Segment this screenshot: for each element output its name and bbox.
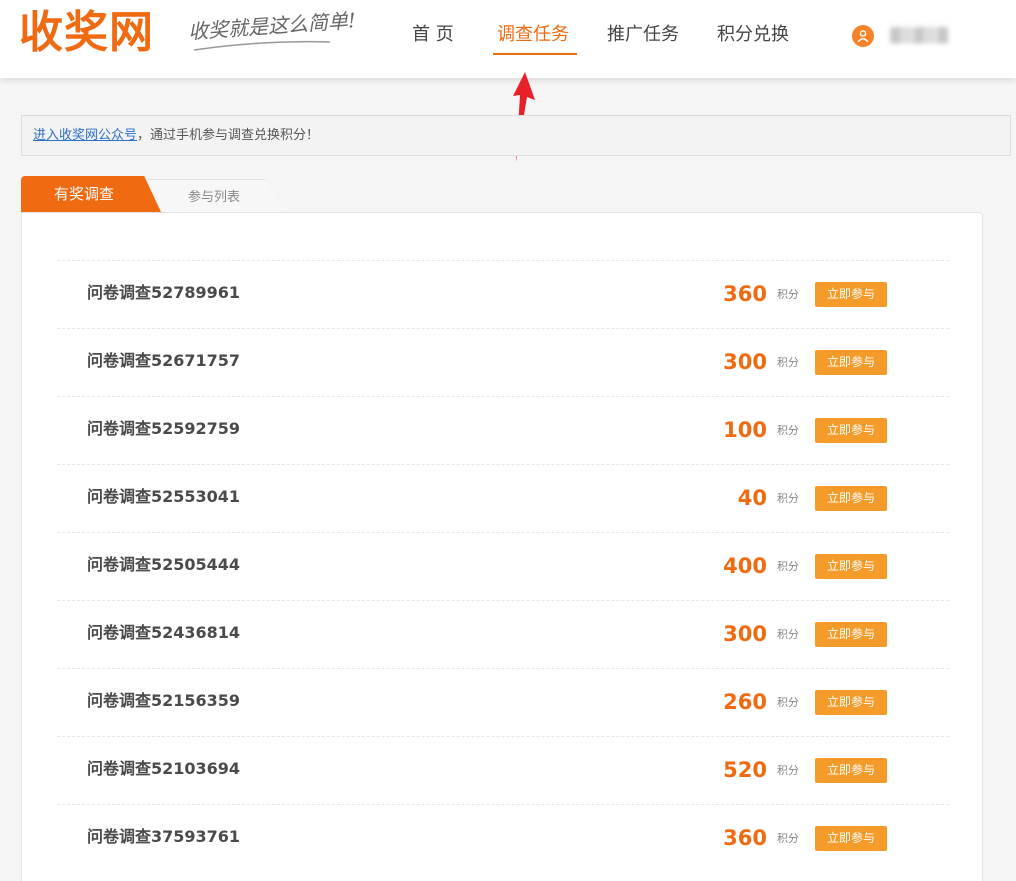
points-unit-label: 积分 [777, 628, 799, 641]
survey-panel: 问卷调查52789961 360 积分 立即参与 问卷调查52671757 300 积分 立即… [21, 212, 983, 881]
survey-title[interactable]: 问卷调查52505444 [87, 555, 240, 575]
join-survey-button[interactable]: 立即参与 [815, 758, 887, 783]
tab-participation-list[interactable]: 参与列表 [148, 179, 284, 212]
survey-list: 问卷调查52789961 360 积分 立即参与 问卷调查52671757 300 积分 立即… [57, 260, 949, 872]
notice-bar: 进入收奖网公众号，通过手机参与调查兑换积分！ [21, 115, 1011, 156]
survey-points: 520 [723, 758, 767, 782]
site-header: 收奖网 收奖就是这么简单! 首 页 调查任务 推广任务 积分兑换 ▓▒▓▒▓ [0, 0, 1016, 78]
survey-points: 100 [723, 418, 767, 442]
points-unit-label: 积分 [777, 832, 799, 845]
survey-title[interactable]: 问卷调查52156359 [87, 691, 240, 711]
notice-text: ，通过手机参与调查兑换积分！ [137, 128, 320, 143]
survey-points: 360 [723, 826, 767, 850]
nav-item-promotion-tasks[interactable]: 推广任务 [607, 22, 679, 48]
survey-title[interactable]: 问卷调查52671757 [87, 351, 240, 371]
survey-row: 问卷调查52553041 40 积分 立即参与 [57, 464, 949, 532]
points-unit-label: 积分 [777, 288, 799, 301]
user-icon[interactable] [852, 25, 874, 47]
survey-row: 问卷调查52103694 520 积分 立即参与 [57, 736, 949, 804]
survey-title[interactable]: 问卷调查52789961 [87, 283, 240, 303]
join-survey-button[interactable]: 立即参与 [815, 826, 887, 851]
site-logo[interactable]: 收奖网 [19, 8, 154, 58]
nav-item-points-exchange[interactable]: 积分兑换 [717, 22, 789, 48]
survey-row: 问卷调查52436814 300 积分 立即参与 [57, 600, 949, 668]
tab-reward-surveys[interactable]: 有奖调查 [21, 176, 161, 212]
nav-active-indicator [493, 53, 577, 55]
survey-row: 问卷调查52156359 260 积分 立即参与 [57, 668, 949, 736]
survey-points: 260 [723, 690, 767, 714]
join-survey-button[interactable]: 立即参与 [815, 350, 887, 375]
survey-title[interactable]: 问卷调查52553041 [87, 487, 240, 507]
user-avatar-glyph-icon [857, 30, 869, 43]
points-unit-label: 积分 [777, 356, 799, 369]
points-unit-label: 积分 [777, 696, 799, 709]
points-unit-label: 积分 [777, 424, 799, 437]
survey-title[interactable]: 问卷调查52592759 [87, 419, 240, 439]
join-survey-button[interactable]: 立即参与 [815, 554, 887, 579]
survey-row: 问卷调查52789961 360 积分 立即参与 [57, 260, 949, 328]
survey-points: 40 [737, 486, 767, 510]
points-unit-label: 积分 [777, 560, 799, 573]
survey-row: 问卷调查52592759 100 积分 立即参与 [57, 396, 949, 464]
nav-item-home[interactable]: 首 页 [412, 22, 454, 48]
join-survey-button[interactable]: 立即参与 [815, 690, 887, 715]
username[interactable]: ▓▒▓▒▓ [890, 28, 949, 44]
survey-points: 360 [723, 282, 767, 306]
join-survey-button[interactable]: 立即参与 [815, 486, 887, 511]
join-survey-button[interactable]: 立即参与 [815, 622, 887, 647]
survey-points: 400 [723, 554, 767, 578]
join-survey-button[interactable]: 立即参与 [815, 418, 887, 443]
survey-row: 问卷调查37593761 360 积分 立即参与 [57, 804, 949, 872]
survey-title[interactable]: 问卷调查52103694 [87, 759, 240, 779]
join-survey-button[interactable]: 立即参与 [815, 282, 887, 307]
nav-item-survey-tasks[interactable]: 调查任务 [497, 22, 569, 48]
points-unit-label: 积分 [777, 764, 799, 777]
survey-row: 问卷调查52505444 400 积分 立即参与 [57, 532, 949, 600]
slogan-swoosh-decoration [193, 40, 331, 51]
survey-row: 问卷调查52671757 300 积分 立即参与 [57, 328, 949, 396]
survey-title[interactable]: 问卷调查37593761 [87, 827, 240, 847]
survey-points: 300 [723, 622, 767, 646]
survey-title[interactable]: 问卷调查52436814 [87, 623, 240, 643]
survey-points: 300 [723, 350, 767, 374]
points-unit-label: 积分 [777, 492, 799, 505]
wechat-official-account-link[interactable]: 进入收奖网公众号 [33, 128, 137, 143]
